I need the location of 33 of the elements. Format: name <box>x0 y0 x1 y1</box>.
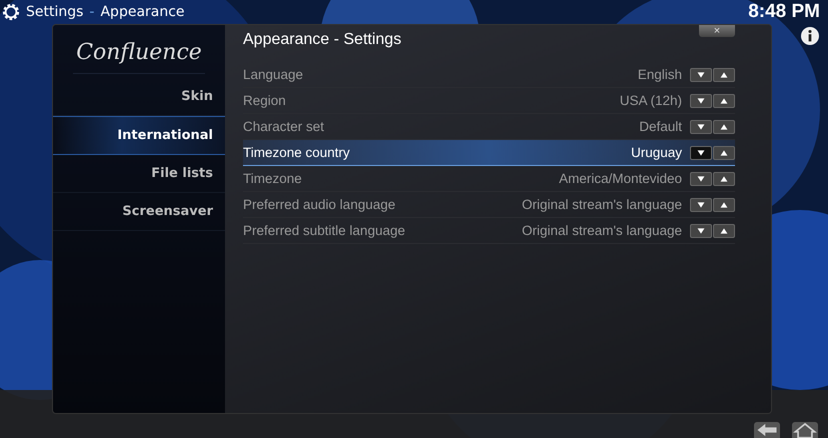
close-button[interactable]: × <box>699 25 735 37</box>
setting-label: Preferred subtitle language <box>243 223 406 238</box>
setting-value: USA (12h) <box>620 93 682 108</box>
setting-value: English <box>638 67 682 82</box>
setting-label: Region <box>243 93 287 108</box>
setting-label: Timezone <box>243 171 303 186</box>
setting-value: Original stream's language <box>522 197 682 212</box>
settings-icon <box>2 3 20 21</box>
setting-label: Preferred audio language <box>243 197 396 212</box>
back-arrow-icon[interactable] <box>754 422 780 438</box>
setting-row[interactable]: Preferred subtitle language Original stream's language <box>243 218 735 244</box>
setting-row[interactable]: Timezone country Uruguay <box>243 140 735 166</box>
setting-value: Default <box>639 119 682 134</box>
setting-label: Timezone country <box>243 145 351 160</box>
home-icon[interactable] <box>792 422 818 438</box>
setting-row[interactable]: Preferred audio language Original stream's language <box>243 192 735 218</box>
setting-row[interactable]: Timezone America/Montevideo <box>243 166 735 192</box>
setting-value: Original stream's language <box>522 223 682 238</box>
header-separator: - <box>89 4 94 20</box>
setting-label: Language <box>243 67 304 82</box>
skin-logo: Confluence <box>73 33 205 74</box>
dialog-title: Appearance - Settings <box>243 30 402 49</box>
setting-row[interactable]: Region USA (12h) <box>243 88 735 114</box>
setting-value: America/Montevideo <box>558 171 682 186</box>
setting-row[interactable]: Character set Default <box>243 114 735 140</box>
header-title: Settings <box>26 4 84 20</box>
header-subtitle: Appearance <box>100 4 185 20</box>
info-icon[interactable] <box>801 27 819 45</box>
setting-value: Uruguay <box>630 145 682 160</box>
sidebar-item[interactable]: International <box>53 116 225 155</box>
clock: 8:48 PM <box>748 1 820 23</box>
setting-row[interactable]: Language English <box>243 62 735 88</box>
setting-label: Character set <box>243 119 326 134</box>
